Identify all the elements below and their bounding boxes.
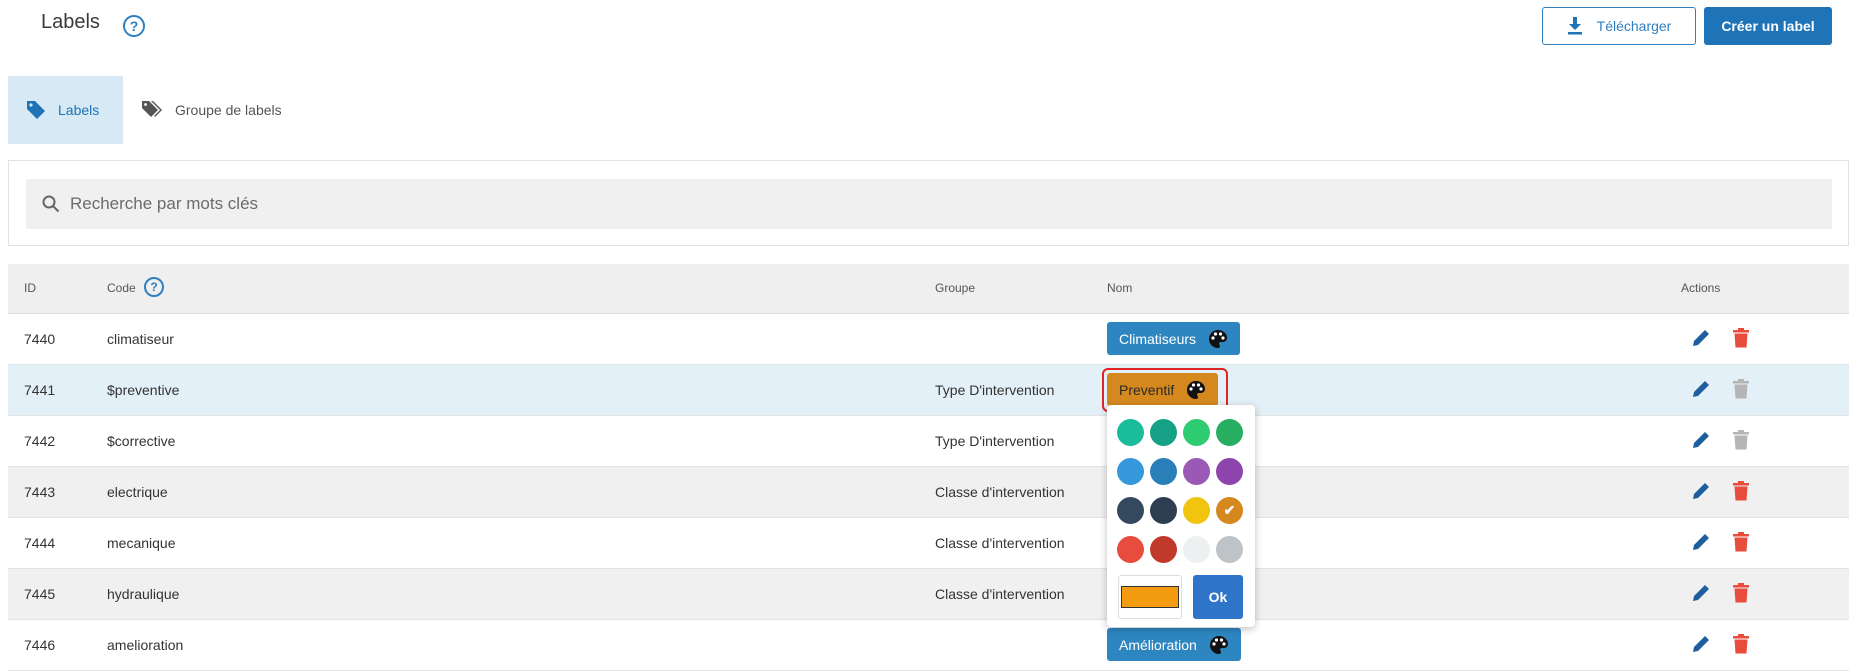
download-button[interactable]: Télécharger [1542, 7, 1696, 45]
color-swatch[interactable] [1183, 419, 1210, 446]
name-badge[interactable]: Climatiseurs [1107, 322, 1241, 355]
tag-icon [27, 101, 45, 119]
row-code: climatiseur [107, 331, 174, 347]
row-code: mecanique [107, 535, 176, 551]
color-swatch[interactable] [1183, 458, 1210, 485]
row-id: 7443 [24, 484, 56, 500]
col-header-groupe[interactable]: Groupe [935, 281, 975, 295]
palette-icon[interactable] [1209, 635, 1229, 655]
color-swatch[interactable] [1117, 458, 1144, 485]
row-groupe: Classe d'intervention [935, 586, 1065, 602]
color-swatch[interactable] [1117, 419, 1144, 446]
color-swatch[interactable] [1183, 497, 1210, 524]
row-code: electrique [107, 484, 168, 500]
create-label-button[interactable]: Créer un label [1704, 7, 1832, 45]
row-groupe: Type D'intervention [935, 382, 1055, 398]
color-picker-popover: ✔ Ok [1107, 405, 1255, 627]
edit-icon[interactable] [1691, 481, 1711, 501]
row-groupe: Classe d'intervention [935, 535, 1065, 551]
color-swatch[interactable] [1183, 536, 1210, 563]
color-swatch-grid: ✔ [1117, 419, 1243, 563]
row-id: 7445 [24, 586, 56, 602]
name-badge-label: Climatiseurs [1119, 330, 1197, 347]
row-id: 7440 [24, 331, 56, 347]
color-swatch[interactable] [1150, 458, 1177, 485]
edit-icon[interactable] [1691, 583, 1711, 603]
page-title: Labels [41, 11, 100, 33]
search-box[interactable] [26, 179, 1832, 229]
row-id: 7446 [24, 637, 56, 653]
delete-icon[interactable] [1733, 328, 1749, 348]
name-badge-label: Preventif [1119, 381, 1175, 398]
col-header-actions: Actions [1681, 281, 1721, 295]
row-groupe: Type D'intervention [935, 433, 1055, 449]
color-swatch[interactable] [1150, 497, 1177, 524]
table-row[interactable]: 7441 $preventive Type D'intervention Pre… [8, 365, 1849, 416]
edit-icon[interactable] [1691, 634, 1711, 654]
col-header-code[interactable]: Code [107, 281, 136, 295]
table-row[interactable]: 7446 amelioration Amélioration [8, 620, 1849, 671]
delete-icon[interactable] [1733, 583, 1749, 603]
tab-labels[interactable]: Labels [8, 76, 123, 144]
row-groupe: Classe d'intervention [935, 484, 1065, 500]
col-header-id[interactable]: ID [24, 281, 36, 295]
table-row[interactable]: 7443 electrique Classe d'intervention [8, 467, 1849, 518]
labels-table: ID Code ? Groupe Nom Actions 7440 climat… [8, 264, 1849, 671]
edit-icon[interactable] [1691, 430, 1711, 450]
table-row[interactable]: 7445 hydraulique Classe d'intervention [8, 569, 1849, 620]
row-id: 7442 [24, 433, 56, 449]
color-swatch[interactable] [1216, 536, 1243, 563]
color-swatch[interactable] [1216, 419, 1243, 446]
delete-icon[interactable] [1733, 532, 1749, 552]
download-label: Télécharger [1596, 18, 1672, 34]
help-icon[interactable]: ? [123, 15, 145, 37]
edit-icon[interactable] [1691, 379, 1711, 399]
color-swatch[interactable] [1117, 497, 1144, 524]
edit-icon[interactable] [1691, 532, 1711, 552]
color-swatch[interactable] [1150, 536, 1177, 563]
code-help-icon[interactable]: ? [144, 277, 164, 297]
col-header-nom[interactable]: Nom [1107, 281, 1132, 295]
tab-label-groups[interactable]: Groupe de labels [123, 76, 300, 144]
name-badge-label: Amélioration [1119, 636, 1197, 653]
tab-labels-label: Labels [58, 102, 100, 118]
tags-icon [142, 101, 162, 117]
name-badge[interactable]: Amélioration [1107, 628, 1241, 661]
custom-color-preview [1121, 586, 1179, 608]
delete-icon [1733, 430, 1749, 450]
table-row[interactable]: 7440 climatiseur Climatiseurs [8, 314, 1849, 365]
table-row[interactable]: 7444 mecanique Classe d'intervention [8, 518, 1849, 569]
delete-icon [1733, 379, 1749, 399]
color-swatch[interactable] [1150, 419, 1177, 446]
row-id: 7444 [24, 535, 56, 551]
palette-icon[interactable] [1208, 329, 1228, 349]
tab-label-groups-label: Groupe de labels [175, 102, 282, 118]
name-badge[interactable]: Preventif [1107, 373, 1219, 406]
search-input[interactable] [70, 194, 1770, 214]
search-icon [42, 195, 60, 213]
row-code: hydraulique [107, 586, 180, 602]
table-header: ID Code ? Groupe Nom Actions [8, 264, 1849, 314]
palette-icon[interactable] [1186, 380, 1206, 400]
table-row[interactable]: 7442 $corrective Type D'intervention [8, 416, 1849, 467]
color-swatch[interactable]: ✔ [1216, 497, 1243, 524]
color-swatch[interactable] [1216, 458, 1243, 485]
delete-icon[interactable] [1733, 634, 1749, 654]
edit-icon[interactable] [1691, 328, 1711, 348]
ok-button[interactable]: Ok [1193, 575, 1243, 619]
row-code: $corrective [107, 433, 176, 449]
row-code: $preventive [107, 382, 180, 398]
delete-icon[interactable] [1733, 481, 1749, 501]
color-swatch[interactable] [1117, 536, 1144, 563]
tab-bar: Labels Groupe de labels [8, 76, 300, 144]
page-header: Labels ? Télécharger Créer un label [0, 0, 1849, 60]
row-id: 7441 [24, 382, 56, 398]
check-icon: ✔ [1223, 502, 1236, 518]
row-code: amelioration [107, 637, 184, 653]
custom-color-input[interactable] [1118, 575, 1182, 619]
search-panel [8, 160, 1849, 246]
download-icon [1567, 17, 1582, 35]
